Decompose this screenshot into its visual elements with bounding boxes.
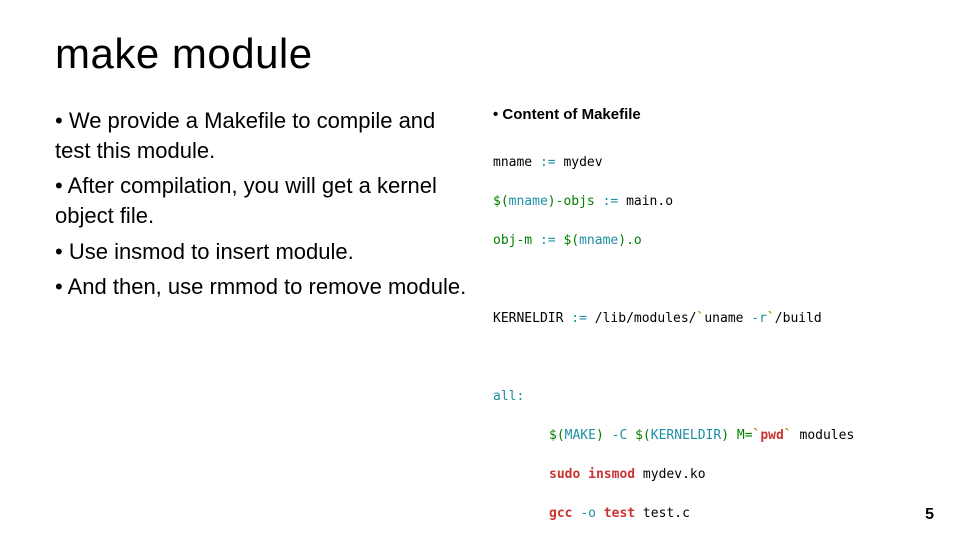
bullet-item: • After compilation, you will get a kern… [55,171,475,230]
code-line: $(mname)-objs := main.o [493,192,910,212]
code-line: $(MAKE) -C $(KERNELDIR) M=`pwd` modules [493,426,910,446]
code-line [493,270,910,290]
makefile-code: mname := mydev $(mname)-objs := main.o o… [493,133,910,540]
code-line: all: [493,387,910,407]
columns: • We provide a Makefile to compile and t… [55,106,910,540]
right-column: Content of Makefile mname := mydev $(mna… [493,106,910,540]
bullet-text: After compilation, you will get a kernel… [55,173,437,228]
code-line: obj-m := $(mname).o [493,231,910,251]
bullet-text: We provide a Makefile to compile and tes… [55,108,435,163]
code-line: sudo insmod mydev.ko [493,465,910,485]
code-line: gcc -o test test.c [493,504,910,524]
code-line: KERNELDIR := /lib/modules/`uname -r`/bui… [493,309,910,329]
left-column: • We provide a Makefile to compile and t… [55,106,475,540]
bullet-item: • Use insmod to insert module. [55,237,475,267]
page-number: 5 [925,506,934,524]
slide-title: make module [55,30,910,78]
code-heading: Content of Makefile [493,106,910,123]
code-line: mname := mydev [493,153,910,173]
bullet-text: And then, use rmmod to remove module. [68,274,467,299]
bullet-item: • We provide a Makefile to compile and t… [55,106,475,165]
bullet-text: Use insmod to insert module. [69,239,354,264]
bullet-item: • And then, use rmmod to remove module. [55,272,475,302]
bullet-list: • We provide a Makefile to compile and t… [55,106,475,302]
code-line [493,348,910,368]
slide: make module • We provide a Makefile to c… [0,0,960,540]
